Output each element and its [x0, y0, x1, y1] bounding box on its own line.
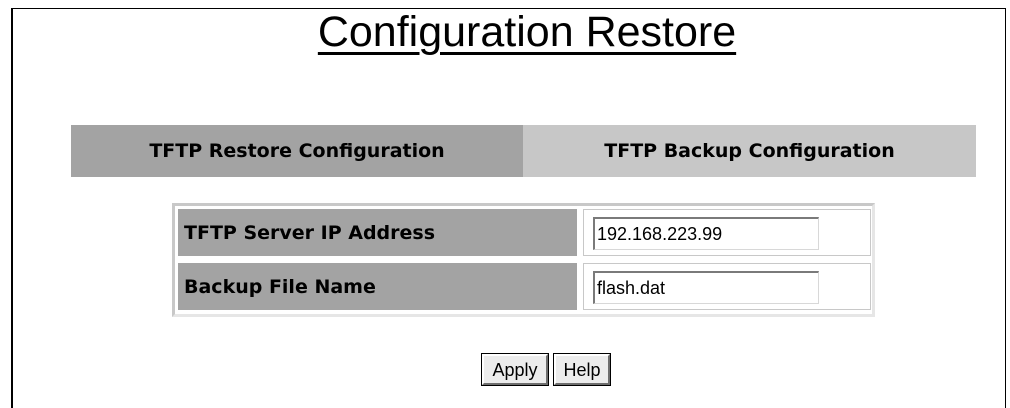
table-row: TFTP Server IP Address	[178, 209, 871, 256]
backup-file-name-cell	[583, 263, 871, 310]
restore-settings-table: TFTP Server IP Address Backup File Name	[172, 203, 875, 317]
backup-file-name-input[interactable]	[593, 271, 819, 304]
table-row: Backup File Name	[178, 263, 871, 310]
tftp-server-ip-label: TFTP Server IP Address	[178, 209, 577, 256]
tab-tftp-restore[interactable]: TFTP Restore Configuration	[71, 125, 523, 177]
help-button[interactable]: Help	[553, 353, 611, 386]
backup-file-name-label: Backup File Name	[178, 263, 577, 310]
row-divider	[178, 256, 869, 263]
tab-tftp-backup[interactable]: TFTP Backup Configuration	[523, 125, 976, 177]
apply-button[interactable]: Apply	[481, 353, 549, 386]
config-tab-bar: TFTP Restore Configuration TFTP Backup C…	[71, 125, 976, 177]
tftp-server-ip-cell	[583, 209, 871, 256]
page-title: Configuration Restore	[317, 8, 737, 56]
tftp-server-ip-input[interactable]	[593, 217, 819, 250]
